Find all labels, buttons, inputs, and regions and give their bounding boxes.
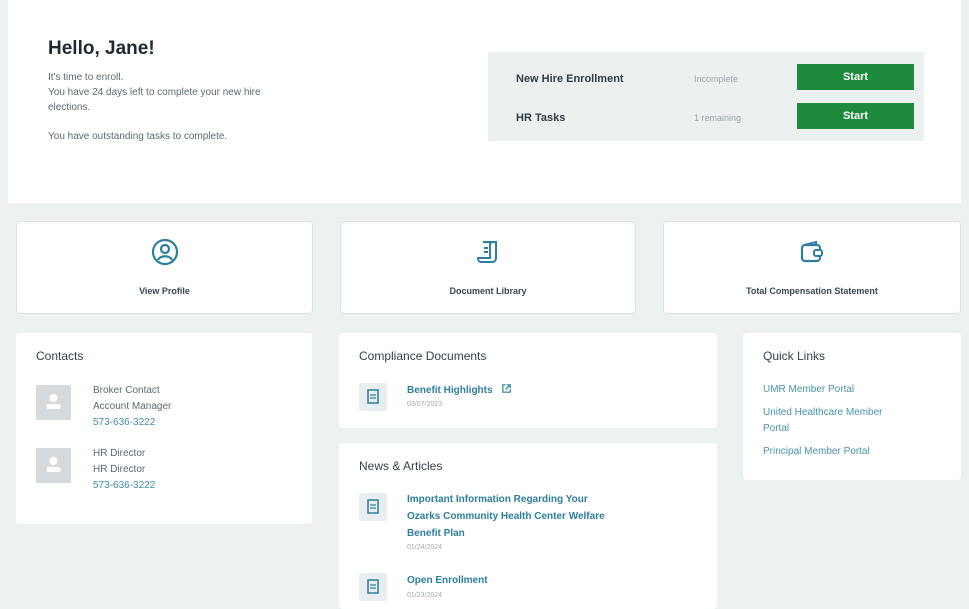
umr-member-portal-link[interactable]: UMR Member Portal bbox=[763, 382, 854, 398]
article-title-line[interactable]: Open Enrollment bbox=[407, 573, 488, 589]
document-icon bbox=[359, 383, 387, 411]
contact-role: HR Director bbox=[93, 464, 146, 475]
document-title[interactable]: Benefit Highlights bbox=[407, 385, 493, 396]
contact-phone[interactable]: 573-636-3222 bbox=[93, 415, 155, 431]
compliance-documents-card: Compliance Documents Benefit Highlights … bbox=[339, 333, 717, 428]
days-left-message-cont: elections. bbox=[48, 102, 91, 113]
article-title-line[interactable]: Benefit Plan bbox=[407, 526, 465, 542]
contact-name: HR Director bbox=[93, 448, 146, 459]
compliance-title: Compliance Documents bbox=[359, 349, 487, 363]
quick-links-title: Quick Links bbox=[763, 349, 826, 363]
united-healthcare-portal-link[interactable]: United Healthcare Member bbox=[763, 405, 883, 421]
document-icon bbox=[359, 493, 387, 521]
person-icon bbox=[46, 394, 61, 409]
contact-name: Broker Contact bbox=[93, 385, 160, 396]
united-healthcare-portal-link-cont[interactable]: Portal bbox=[763, 421, 789, 437]
start-enrollment-button[interactable]: Start bbox=[797, 64, 914, 90]
greeting-title: Hello, Jane! bbox=[48, 38, 155, 59]
task-name: HR Tasks bbox=[516, 112, 566, 124]
task-row-hr-tasks: HR Tasks 1 remaining Start bbox=[488, 103, 924, 133]
avatar bbox=[36, 448, 71, 483]
document-scroll-icon bbox=[476, 241, 497, 263]
article-title-line[interactable]: Important Information Regarding Your bbox=[407, 492, 588, 508]
news-title: News & Articles bbox=[359, 459, 443, 473]
benefit-highlights-link[interactable]: Benefit Highlights bbox=[407, 383, 512, 399]
news-articles-card: News & Articles Important Information Re… bbox=[339, 443, 717, 609]
wallet-icon bbox=[800, 240, 823, 263]
external-link-icon[interactable] bbox=[501, 383, 512, 394]
task-status: 1 remaining bbox=[694, 113, 742, 123]
tasks-panel: New Hire Enrollment Incomplete Start HR … bbox=[488, 52, 924, 141]
principal-member-portal-link[interactable]: Principal Member Portal bbox=[763, 444, 870, 460]
welcome-banner: Hello, Jane! It's time to enroll. You ha… bbox=[8, 0, 961, 203]
task-row-new-hire: New Hire Enrollment Incomplete Start bbox=[488, 64, 924, 94]
person-icon bbox=[46, 457, 61, 472]
profile-icon bbox=[151, 238, 178, 266]
days-left-message: You have 24 days left to complete your n… bbox=[48, 87, 261, 98]
start-hr-tasks-button[interactable]: Start bbox=[797, 103, 914, 129]
tile-label: Document Library bbox=[449, 286, 527, 296]
article-title-line[interactable]: Ozarks Community Health Center Welfare bbox=[407, 509, 605, 525]
contact-phone[interactable]: 573-636-3222 bbox=[93, 478, 155, 494]
total-compensation-tile[interactable]: Total Compensation Statement bbox=[663, 221, 961, 314]
task-name: New Hire Enrollment bbox=[516, 73, 624, 85]
document-library-tile[interactable]: Document Library bbox=[340, 221, 636, 314]
outstanding-tasks-message: You have outstanding tasks to complete. bbox=[48, 131, 228, 142]
avatar bbox=[36, 385, 71, 420]
document-date: 03/07/2023 bbox=[407, 401, 443, 408]
contacts-title: Contacts bbox=[36, 349, 84, 363]
view-profile-tile[interactable]: View Profile bbox=[16, 221, 313, 314]
contacts-card: Contacts Broker Contact Account Manager … bbox=[16, 333, 312, 524]
article-date: 01/24/2024 bbox=[407, 544, 443, 551]
quick-links-card: Quick Links UMR Member Portal United Hea… bbox=[743, 333, 961, 480]
task-status: Incomplete bbox=[694, 74, 739, 84]
document-icon bbox=[359, 573, 387, 601]
article-date: 01/23/2024 bbox=[407, 592, 443, 599]
tile-label: View Profile bbox=[139, 286, 190, 296]
enroll-message: It's time to enroll. bbox=[48, 72, 124, 83]
contact-role: Account Manager bbox=[93, 401, 172, 412]
tile-label: Total Compensation Statement bbox=[746, 286, 878, 296]
